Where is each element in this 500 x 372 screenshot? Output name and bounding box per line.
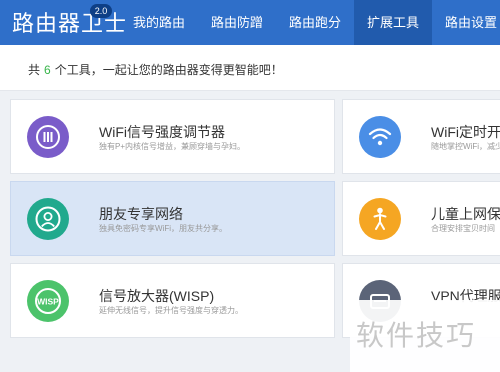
nav-my-router[interactable]: 我的路由 <box>120 0 198 45</box>
summary-suffix: 个工具，一起让您的路由器变得更智能吧！ <box>54 63 283 77</box>
tool-title: WiFi信号强度调节器 <box>99 124 225 140</box>
tool-card-wifi-strength[interactable]: WiFi信号强度调节器 独有P+内核信号增益，兼顾穿墙与孕妇。 <box>10 99 335 174</box>
summary-prefix: 共 <box>28 63 41 77</box>
tool-card-wifi-timer[interactable]: WiFi定时开关 随地掌控WiFi，减少 <box>342 99 500 174</box>
watermark-overlay: 软件技巧 <box>350 300 500 372</box>
watermark-text: 软件技巧 <box>356 320 477 351</box>
tool-description: 独有P+内核信号增益，兼顾穿墙与孕妇。 <box>99 142 246 151</box>
friend-user-icon <box>27 198 69 240</box>
wisp-icon: WISP <box>27 280 69 322</box>
tool-description: 延伸无线信号，提升信号强度与穿透力。 <box>99 306 243 315</box>
tool-title: 朋友专享网络 <box>99 206 183 222</box>
nav-anti-leech[interactable]: 路由防蹭 <box>198 0 276 45</box>
top-navigation-bar: 路由器卫士 2.0 我的路由 路由防蹭 路由跑分 扩展工具 路由设置 <box>0 0 500 45</box>
tool-title: 儿童上网保护 <box>431 206 500 222</box>
tool-card-wisp[interactable]: WISP 信号放大器(WISP) 延伸无线信号，提升信号强度与穿透力。 <box>10 263 335 338</box>
wifi-icon <box>359 116 401 158</box>
tools-summary: 共 6 个工具，一起让您的路由器变得更智能吧！ <box>28 61 283 78</box>
main-nav: 我的路由 路由防蹭 路由跑分 扩展工具 路由设置 <box>120 0 500 45</box>
svg-text:WISP: WISP <box>37 297 59 307</box>
signal-level-icon <box>27 116 69 158</box>
tool-description: 独具免密码专享WiFi，朋友共分享。 <box>99 224 227 233</box>
tool-description: 合理安排宝贝时间 <box>431 224 495 233</box>
version-badge: 2.0 <box>90 4 112 18</box>
tool-title: 信号放大器(WISP) <box>99 288 215 304</box>
tool-description: 随地掌控WiFi，减少 <box>431 142 500 151</box>
nav-extension-tools[interactable]: 扩展工具 <box>354 0 432 45</box>
tool-title: WiFi定时开关 <box>431 124 500 140</box>
tool-card-child-protection[interactable]: 儿童上网保护 合理安排宝贝时间 <box>342 181 500 256</box>
tool-card-friend-network[interactable]: 朋友专享网络 独具免密码专享WiFi，朋友共分享。 <box>10 181 335 256</box>
tools-summary-bar: 共 6 个工具，一起让您的路由器变得更智能吧！ <box>0 45 500 91</box>
nav-router-settings[interactable]: 路由设置 <box>432 0 500 45</box>
child-icon <box>359 198 401 240</box>
tool-count: 6 <box>44 63 51 77</box>
nav-speed-test[interactable]: 路由跑分 <box>276 0 354 45</box>
